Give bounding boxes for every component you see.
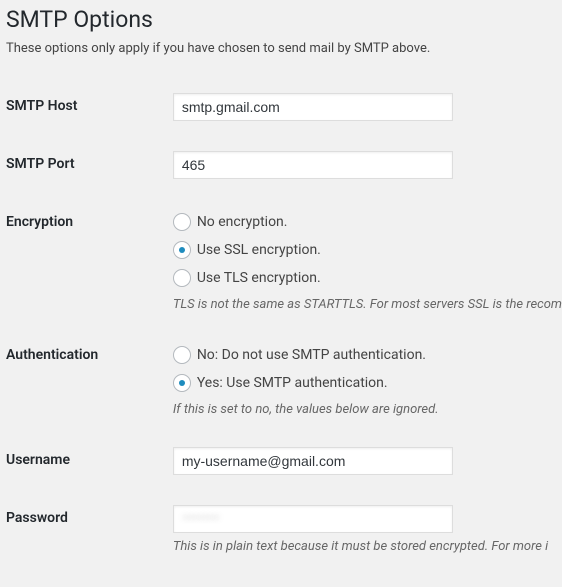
username-label: Username — [6, 432, 173, 490]
password-note: This is in plain text because it must be… — [173, 539, 562, 554]
encryption-radio-tls[interactable] — [173, 269, 191, 287]
authentication-radio-no[interactable] — [173, 346, 191, 364]
encryption-option-none: No encryption. — [197, 214, 288, 230]
encryption-radio-none[interactable] — [173, 213, 191, 231]
encryption-note: TLS is not the same as STARTTLS. For mos… — [173, 297, 562, 312]
password-label: Password — [6, 490, 173, 569]
encryption-label: Encryption — [6, 194, 173, 327]
encryption-radio-ssl[interactable] — [173, 241, 191, 259]
authentication-option-no: No: Do not use SMTP authentication. — [197, 347, 426, 363]
password-mask: ········ — [183, 510, 220, 526]
smtp-host-input[interactable] — [173, 93, 453, 121]
username-input[interactable] — [173, 447, 453, 475]
settings-table: SMTP Host SMTP Port Encryption No encryp… — [6, 78, 562, 569]
authentication-option-yes: Yes: Use SMTP authentication. — [197, 375, 388, 391]
smtp-host-label: SMTP Host — [6, 78, 173, 136]
smtp-port-label: SMTP Port — [6, 136, 173, 194]
smtp-port-input[interactable] — [173, 151, 453, 179]
encryption-option-ssl: Use SSL encryption. — [197, 242, 321, 258]
authentication-note: If this is set to no, the values below a… — [173, 402, 562, 417]
encryption-option-tls: Use TLS encryption. — [197, 270, 321, 286]
section-note: These options only apply if you have cho… — [6, 41, 562, 56]
authentication-radio-yes[interactable] — [173, 374, 191, 392]
authentication-label: Authentication — [6, 327, 173, 432]
section-title: SMTP Options — [6, 6, 562, 33]
